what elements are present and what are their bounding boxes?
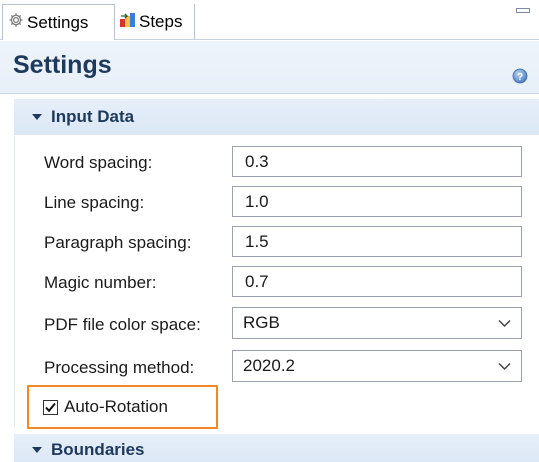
tab-strip: Settings Steps [0,0,539,40]
tab-settings[interactable]: Settings [2,4,115,40]
pdf-color-space-value: RGB [243,313,280,332]
tab-settings-label: Settings [27,12,89,32]
word-spacing-input[interactable] [232,146,522,177]
processing-method-value: 2020.2 [243,356,295,375]
help-icon[interactable]: ? [512,68,528,84]
paragraph-spacing-label: Paragraph spacing: [44,233,192,252]
steps-icon [119,12,139,33]
chevron-down-icon [32,114,42,120]
chevron-down-icon [498,362,511,371]
tab-steps-label: Steps [139,12,183,31]
magic-number-label: Magic number: [44,273,157,292]
chevron-down-icon [498,319,511,328]
auto-rotation-label[interactable]: Auto-Rotation [64,397,168,417]
section-border [14,136,15,426]
checkmark-icon [45,402,56,413]
pdf-color-space-label: PDF file color space: [44,315,201,334]
paragraph-spacing-input[interactable] [232,226,522,257]
chevron-down-icon [32,447,42,453]
gear-icon [8,12,27,33]
line-spacing-input[interactable] [232,186,522,217]
auto-rotation-checkbox[interactable] [43,400,58,415]
minimize-icon[interactable] [516,8,530,13]
settings-panel: Settings Steps Settings ? Input Data Wor… [0,0,539,462]
processing-method-select[interactable]: 2020.2 [232,350,522,382]
section-input-data-label: Input Data [51,107,135,126]
section-input-data-header[interactable]: Input Data [14,99,539,135]
header: Settings ? [0,41,539,93]
processing-method-label: Processing method: [44,358,195,377]
page-title: Settings [13,51,112,79]
svg-text:?: ? [517,72,523,83]
header-divider [0,93,539,94]
word-spacing-label: Word spacing: [44,153,153,172]
section-boundaries-header[interactable]: Boundaries [14,434,539,462]
section-boundaries-label: Boundaries [51,440,145,459]
pdf-color-space-select[interactable]: RGB [232,307,522,339]
line-spacing-label: Line spacing: [44,193,145,212]
magic-number-input[interactable] [232,266,522,297]
tab-steps[interactable]: Steps [115,4,195,40]
